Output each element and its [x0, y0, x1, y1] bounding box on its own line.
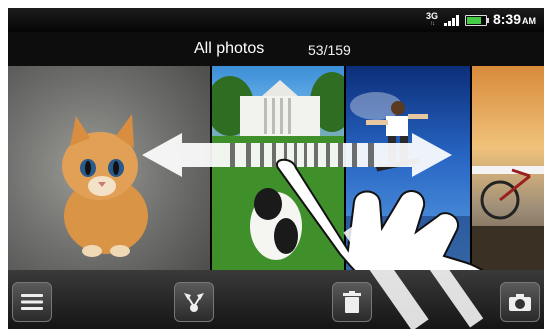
status-icons: 3G ↑↓ 8:39AM — [426, 8, 536, 32]
delete-button[interactable] — [332, 282, 372, 322]
menu-button[interactable] — [12, 282, 52, 322]
photo-counter: 53/159 — [308, 42, 351, 58]
status-bar: 3G ↑↓ 8:39AM — [8, 8, 544, 32]
album-title: All photos — [194, 40, 265, 57]
network-indicator: 3G ↑↓ — [426, 12, 438, 28]
clock-ampm: AM — [522, 16, 536, 26]
data-activity-icon: ↑↓ — [429, 21, 435, 27]
top-border — [0, 0, 544, 8]
share-icon — [184, 293, 204, 312]
clock: 8:39AM — [493, 11, 536, 29]
phone-screen: 3G ↑↓ 8:39AM All photos 53/159 — [8, 8, 544, 329]
battery-fill — [466, 16, 481, 24]
trash-icon — [343, 291, 361, 313]
left-border — [0, 0, 8, 329]
network-type: 3G — [425, 11, 438, 21]
share-button[interactable] — [174, 282, 214, 322]
signal-strength-icon — [443, 14, 459, 26]
battery-icon — [464, 14, 489, 26]
clock-time: 8:39 — [492, 11, 521, 27]
menu-icon — [21, 294, 43, 310]
title-bar: All photos 53/159 — [8, 32, 544, 66]
camera-icon — [509, 294, 531, 311]
camera-button[interactable] — [500, 282, 540, 322]
